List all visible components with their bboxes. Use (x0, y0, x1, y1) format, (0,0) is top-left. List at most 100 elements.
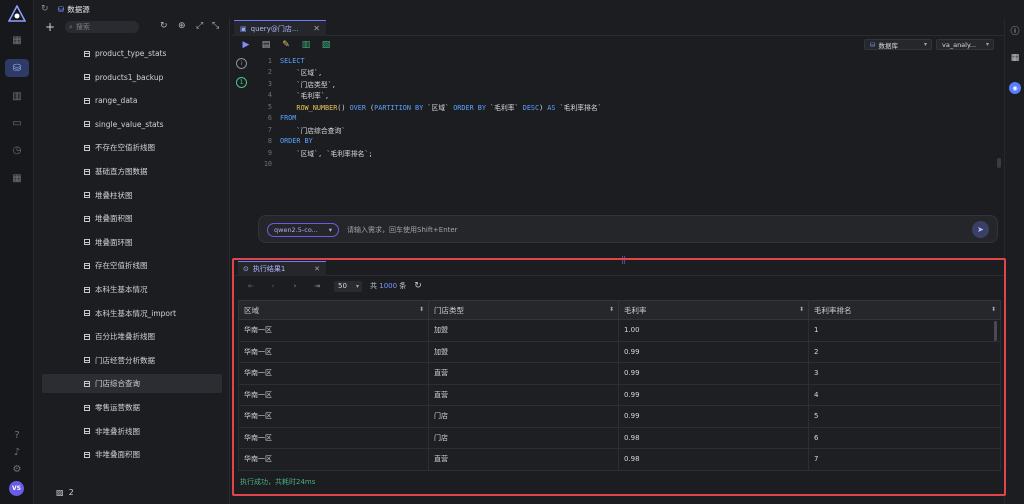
tree-item[interactable]: 本科生基本情况_import (42, 304, 222, 323)
table-cell: 直营 (428, 362, 619, 385)
info-icon[interactable]: i (236, 58, 247, 69)
editor-scrollbar[interactable] (997, 158, 1001, 168)
table-row[interactable]: 华南一区 直营 0.99 3 (238, 362, 1001, 385)
schema-select-label: va_analy... (942, 40, 977, 49)
model-select[interactable]: qwen2.5-co... ▾ (267, 223, 339, 237)
datasource-select[interactable]: ⛁ 数据库 ▾ (864, 39, 932, 50)
database-nav-icon[interactable]: ⛁ (5, 59, 29, 77)
schema-select[interactable]: va_analy... ▾ (936, 39, 994, 50)
sort-icon[interactable]: ⬍ (799, 306, 804, 313)
chart-nav-icon[interactable]: ▥ (9, 88, 25, 104)
refresh-icon[interactable]: ↻ (41, 4, 49, 14)
tree-item[interactable]: product_type_stats (42, 44, 222, 63)
sort-icon[interactable]: ⬍ (609, 306, 614, 313)
bell-icon[interactable]: ♪ (9, 444, 25, 460)
chart-icon[interactable]: ▥ (296, 40, 316, 50)
locate-icon[interactable]: ⊕ (178, 21, 186, 31)
close-icon[interactable]: ✕ (314, 265, 320, 273)
tree-item-label: range_data (95, 96, 138, 106)
schema-icon: ▨ (56, 488, 64, 497)
assistant-icon[interactable]: ◉ (1009, 82, 1021, 94)
chevron-down-icon: ▾ (985, 41, 989, 48)
tree-item[interactable]: 门店经营分析数据 (42, 351, 222, 370)
tree-item[interactable]: 堆叠面环图 (42, 233, 222, 252)
tree-search-input[interactable]: ⌕ 搜索 (65, 21, 139, 33)
tree-item[interactable]: 堆叠柱状图 (42, 186, 222, 205)
app-root: ▦ ⛁ ▥ ▭ ◷ ▦ ? ♪ ⚙ VS ↻ ⛁ 数据源 + ⌕ 搜索 ↻ ⊕ … (0, 0, 1024, 504)
refresh-tree-icon[interactable]: ↻ (160, 21, 168, 31)
grid-nav-icon[interactable]: ▦ (9, 32, 25, 48)
tree-item-label: 本科生基本情况 (95, 285, 148, 294)
code-text: `门店综合查询` (280, 125, 345, 135)
table-row[interactable]: 华南一区 门店 0.98 6 (238, 426, 1001, 449)
tree-item[interactable]: 百分比堆叠折线图 (42, 327, 222, 346)
column-header[interactable]: 区域 ⬍ (238, 300, 429, 320)
search-icon: ⌕ (69, 22, 73, 31)
sort-icon[interactable]: ⬍ (419, 306, 424, 313)
image-icon[interactable]: ▤ (256, 40, 276, 50)
format-icon[interactable]: ✎ (276, 40, 296, 50)
user-avatar[interactable]: VS (9, 481, 24, 496)
tree-item[interactable]: range_data (42, 91, 222, 110)
tree-item[interactable]: 堆叠面积图 (42, 209, 222, 228)
tree-item[interactable]: products1_backup (42, 68, 222, 87)
tab-result-1[interactable]: ⊙ 执行结果1 ✕ (238, 261, 326, 276)
tree-item-label: 非堆叠折线图 (95, 426, 140, 436)
table-cell: 华南一区 (238, 426, 429, 449)
tree-item[interactable]: single_value_stats (42, 115, 222, 134)
code-text: `毛利率`, (280, 90, 329, 100)
tab-query[interactable]: ▣ query@门店... ✕ (234, 20, 326, 36)
tree-item[interactable]: 存在空值折线图 (42, 256, 222, 275)
expand-icon[interactable]: ⤢ (196, 21, 203, 31)
help-icon[interactable]: ? (9, 427, 25, 443)
code-area[interactable]: 1 SELECT 2 `区域`, 3 `门店类型`, 4 `毛利率`, 5 ROW_NUM… (254, 55, 994, 205)
table-icon (84, 357, 90, 364)
ai-prompt-input[interactable]: 请输入需求，回车使用Shift+Enter (347, 225, 458, 235)
column-header[interactable]: 毛利率排名 ⬍ (808, 300, 1001, 320)
tree-footer-label: 2 (68, 488, 74, 497)
settings-icon[interactable]: ⚙ (9, 461, 25, 477)
folder-nav-icon[interactable]: ▭ (9, 115, 25, 131)
tree-item[interactable]: 本科生基本情况 (42, 280, 222, 299)
run-icon[interactable]: ▶ (236, 40, 256, 50)
table-cell: 7 (808, 448, 1001, 471)
tree-item[interactable]: 门店综合查询 (42, 374, 222, 394)
table-row[interactable]: 华南一区 直营 0.99 4 (238, 383, 1001, 406)
tree-item[interactable]: 零售运营数据 (42, 398, 222, 417)
tree-item-label: 门店综合查询 (95, 379, 140, 389)
send-icon[interactable]: ➤ (972, 221, 989, 238)
status-ok-icon[interactable]: 1 (236, 77, 247, 88)
column-header[interactable]: 门店类型 ⬍ (428, 300, 619, 320)
table-icon (84, 168, 90, 175)
table-row[interactable]: 华南一区 门店 0.99 5 (238, 405, 1001, 428)
close-icon[interactable]: ✕ (313, 24, 320, 33)
table-cell: 加盟 (428, 319, 619, 342)
prev-page-icon[interactable]: ‹ (262, 282, 284, 290)
tree-item[interactable]: 基础直方图数据 (42, 162, 222, 181)
code-token: PARTITION BY (374, 103, 424, 112)
add-icon[interactable]: + (45, 20, 55, 34)
grid-scrollbar[interactable] (994, 321, 997, 341)
table-panel-icon[interactable]: ▦ (1009, 52, 1021, 64)
tree-item-label: 百分比堆叠折线图 (95, 332, 155, 342)
last-page-icon[interactable]: ⇥ (306, 282, 328, 290)
clock-nav-icon[interactable]: ◷ (9, 142, 25, 158)
sort-icon[interactable]: ⬍ (991, 306, 996, 313)
tree-item[interactable]: 不存在空值折线图 (42, 138, 222, 157)
info-panel-icon[interactable]: ⓘ (1009, 24, 1021, 37)
next-page-icon[interactable]: › (284, 282, 306, 290)
first-page-icon[interactable]: ⇤ (240, 282, 262, 290)
table-row[interactable]: 华南一区 加盟 1.00 1 (238, 319, 1001, 342)
reload-icon[interactable]: ↻ (414, 281, 422, 291)
table-row[interactable]: 华南一区 加盟 0.99 2 (238, 340, 1001, 363)
export-icon[interactable]: ▧ (316, 40, 336, 50)
tree-item[interactable]: 非堆叠面积图 (42, 445, 222, 464)
page-size-select[interactable]: 50 ▾ (334, 280, 362, 292)
column-header[interactable]: 毛利率 ⬍ (618, 300, 809, 320)
table-row[interactable]: 华南一区 直营 0.98 7 (238, 448, 1001, 471)
collapse-icon[interactable]: ⤡ (212, 21, 219, 31)
table-cell: 华南一区 (238, 362, 429, 385)
code-token: `毛利率排名` (555, 103, 602, 112)
tree-item[interactable]: 非堆叠折线图 (42, 422, 222, 441)
apps-nav-icon[interactable]: ▦ (9, 170, 25, 186)
